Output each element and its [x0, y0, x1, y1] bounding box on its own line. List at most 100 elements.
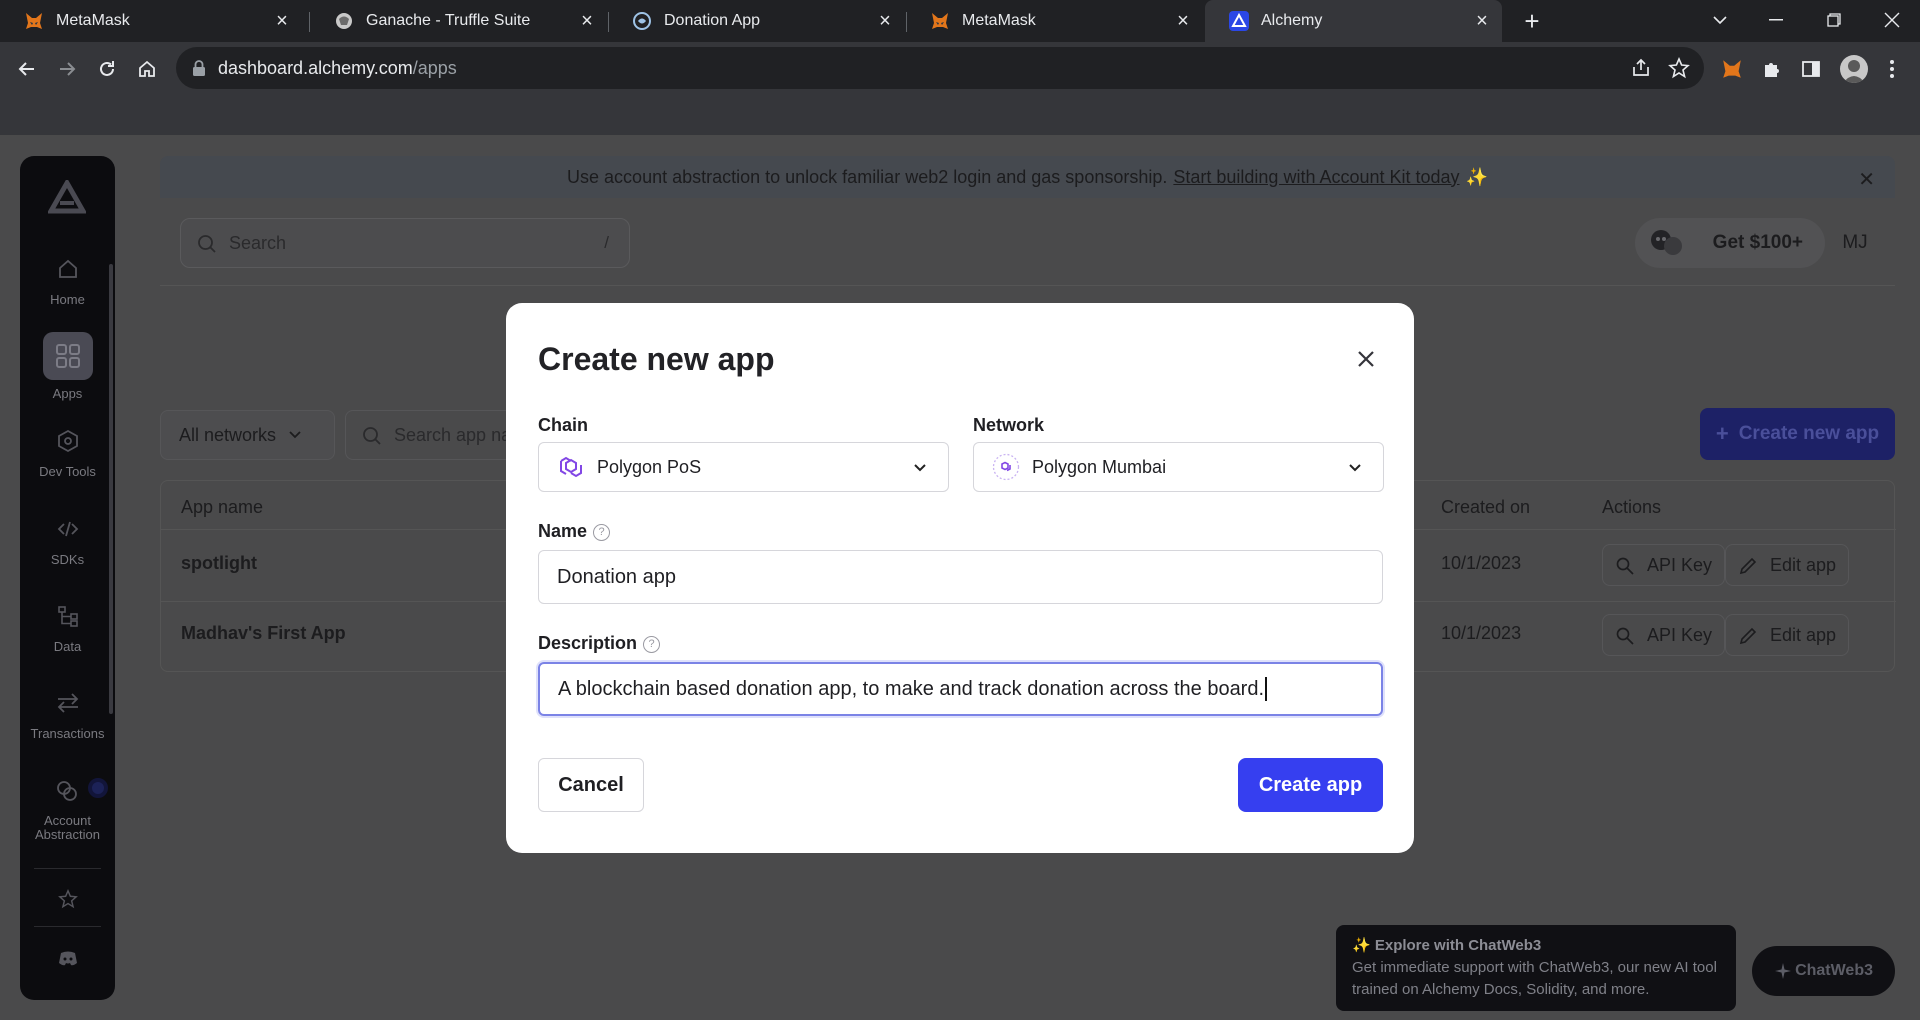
minimize-button[interactable] — [1748, 0, 1804, 40]
chevron-down-icon — [289, 431, 301, 439]
chevron-down-icon — [1349, 464, 1361, 472]
name-input[interactable]: Donation app — [538, 550, 1383, 604]
side-panel-button[interactable] — [1797, 55, 1825, 83]
created-on-cell: 10/1/2023 — [1441, 623, 1522, 643]
address-bar[interactable]: dashboard.alchemy.com/apps — [176, 47, 1704, 89]
network-filter-select[interactable]: All networks — [160, 410, 335, 460]
banner-close-icon[interactable]: ✕ — [1858, 167, 1875, 192]
browser-tab[interactable]: Donation App × — [608, 0, 905, 42]
kebab-menu-icon — [1890, 60, 1894, 78]
help-icon[interactable]: ? — [593, 523, 611, 541]
close-icon[interactable]: × — [1173, 11, 1193, 31]
sidebar-item-transactions[interactable]: Transactions — [20, 686, 115, 741]
chatweb3-popup[interactable]: ✨ Explore with ChatWeb3 Get immediate su… — [1336, 925, 1736, 1011]
sidebar-item-sdks[interactable]: SDKs — [20, 512, 115, 567]
ganache-icon — [334, 11, 354, 31]
extensions-button[interactable] — [1758, 55, 1786, 83]
tab-title: Alchemy — [1261, 12, 1323, 29]
sidebar-item-home[interactable]: Home — [20, 252, 115, 307]
browser-tab[interactable]: MetaMask × — [906, 0, 1203, 42]
window-close-button[interactable] — [1864, 0, 1920, 40]
polygon-mumbai-icon — [992, 453, 1020, 481]
metamask-extension-button[interactable] — [1718, 55, 1746, 83]
apps-grid-icon — [42, 332, 93, 380]
api-key-button[interactable]: API Key — [1602, 544, 1726, 586]
restore-button[interactable] — [1806, 0, 1862, 40]
modal-close-button[interactable] — [1354, 347, 1378, 371]
description-label: Description? — [538, 633, 661, 654]
sidebar-item-dev-tools[interactable]: Dev Tools — [20, 424, 115, 479]
help-icon[interactable]: ? — [643, 635, 661, 653]
star-icon — [51, 882, 85, 916]
discord-icon — [51, 942, 85, 976]
chevron-down-icon — [1713, 16, 1727, 25]
column-header-created-on[interactable]: Created on — [1441, 497, 1530, 518]
home-icon — [139, 60, 155, 77]
sidebar-item-data[interactable]: Data — [20, 599, 115, 654]
account-kit-link[interactable]: Start building with Account Kit today — [1173, 167, 1459, 188]
puzzle-icon — [1765, 63, 1779, 77]
plus-icon: + — [1715, 421, 1729, 446]
browser-tab-bar: MetaMask × Ganache - Truffle Suite × Don… — [0, 0, 1920, 42]
create-new-app-button[interactable]: + Create new app — [1700, 408, 1895, 460]
sidebar-item-apps[interactable]: Apps — [20, 332, 115, 401]
network-label: Network — [973, 415, 1045, 435]
sidebar: Home Apps Dev Tools SDKs Data Transactio… — [20, 156, 115, 1000]
create-app-button[interactable]: Create app — [1238, 758, 1383, 812]
transactions-arrows-icon — [51, 686, 85, 720]
edit-app-button[interactable]: Edit app — [1725, 614, 1850, 656]
donation-app-icon — [632, 11, 652, 31]
edit-app-button[interactable]: Edit app — [1725, 544, 1850, 586]
global-search-input[interactable]: Search / — [180, 218, 630, 268]
close-icon[interactable]: × — [577, 11, 597, 31]
tab-search-button[interactable] — [1692, 0, 1748, 40]
browser-tab[interactable]: MetaMask × — [0, 0, 302, 42]
tab-title: MetaMask — [56, 12, 130, 29]
key-search-icon — [1616, 557, 1634, 575]
forward-button[interactable] — [53, 55, 81, 83]
new-tab-button[interactable]: + — [1518, 8, 1546, 36]
create-app-modal: Create new app Chain Polygon PoS Network… — [506, 303, 1414, 853]
chain-select[interactable]: Polygon PoS — [538, 442, 949, 492]
chatweb3-button[interactable]: ChatWeb3 — [1752, 946, 1895, 996]
sidebar-discord-button[interactable] — [20, 942, 115, 982]
reload-icon — [100, 61, 114, 76]
pencil-icon — [1739, 557, 1757, 575]
app-name-cell[interactable]: Madhav's First App — [181, 623, 346, 644]
created-on-cell: 10/1/2023 — [1441, 553, 1522, 573]
close-icon — [1358, 351, 1374, 367]
browser-menu-button[interactable] — [1878, 55, 1906, 83]
sidebar-item-account-abstraction[interactable]: Account Abstraction — [20, 774, 115, 842]
close-icon[interactable]: × — [272, 11, 292, 31]
data-tree-icon — [51, 599, 85, 633]
browser-tab-active[interactable]: Alchemy × — [1205, 0, 1502, 42]
browser-tab[interactable]: Ganache - Truffle Suite × — [310, 0, 607, 42]
ghost-mascot-icon — [1651, 230, 1682, 255]
api-key-button[interactable]: API Key — [1602, 614, 1726, 656]
rewards-button[interactable]: Get $100+ — [1635, 218, 1825, 268]
column-header-app-name[interactable]: App name — [181, 497, 263, 518]
key-search-icon — [1616, 627, 1634, 645]
description-input[interactable]: A blockchain based donation app, to make… — [538, 662, 1383, 716]
column-header-actions: Actions — [1602, 497, 1662, 517]
close-icon[interactable]: × — [1472, 11, 1492, 31]
tab-title: MetaMask — [962, 12, 1036, 29]
profile-avatar[interactable] — [1840, 55, 1868, 83]
sidebar-favorites-button[interactable] — [20, 882, 115, 922]
chevron-down-icon — [914, 464, 926, 472]
alchemy-logo[interactable] — [48, 180, 86, 214]
back-button[interactable] — [13, 55, 41, 83]
arrow-right-icon — [60, 62, 76, 76]
close-icon[interactable]: × — [875, 11, 895, 31]
app-name-cell[interactable]: spotlight — [181, 553, 257, 574]
star-bookmark-icon — [1668, 57, 1690, 79]
user-avatar[interactable]: MJ — [1830, 218, 1880, 268]
new-badge — [88, 778, 108, 798]
home-button[interactable] — [133, 55, 161, 83]
reload-button[interactable] — [93, 55, 121, 83]
sparkle-icon — [1775, 963, 1791, 979]
cancel-button[interactable]: Cancel — [538, 758, 644, 812]
home-icon — [51, 252, 85, 286]
promo-banner: Use account abstraction to unlock famili… — [160, 156, 1895, 198]
network-select[interactable]: Polygon Mumbai — [973, 442, 1384, 492]
